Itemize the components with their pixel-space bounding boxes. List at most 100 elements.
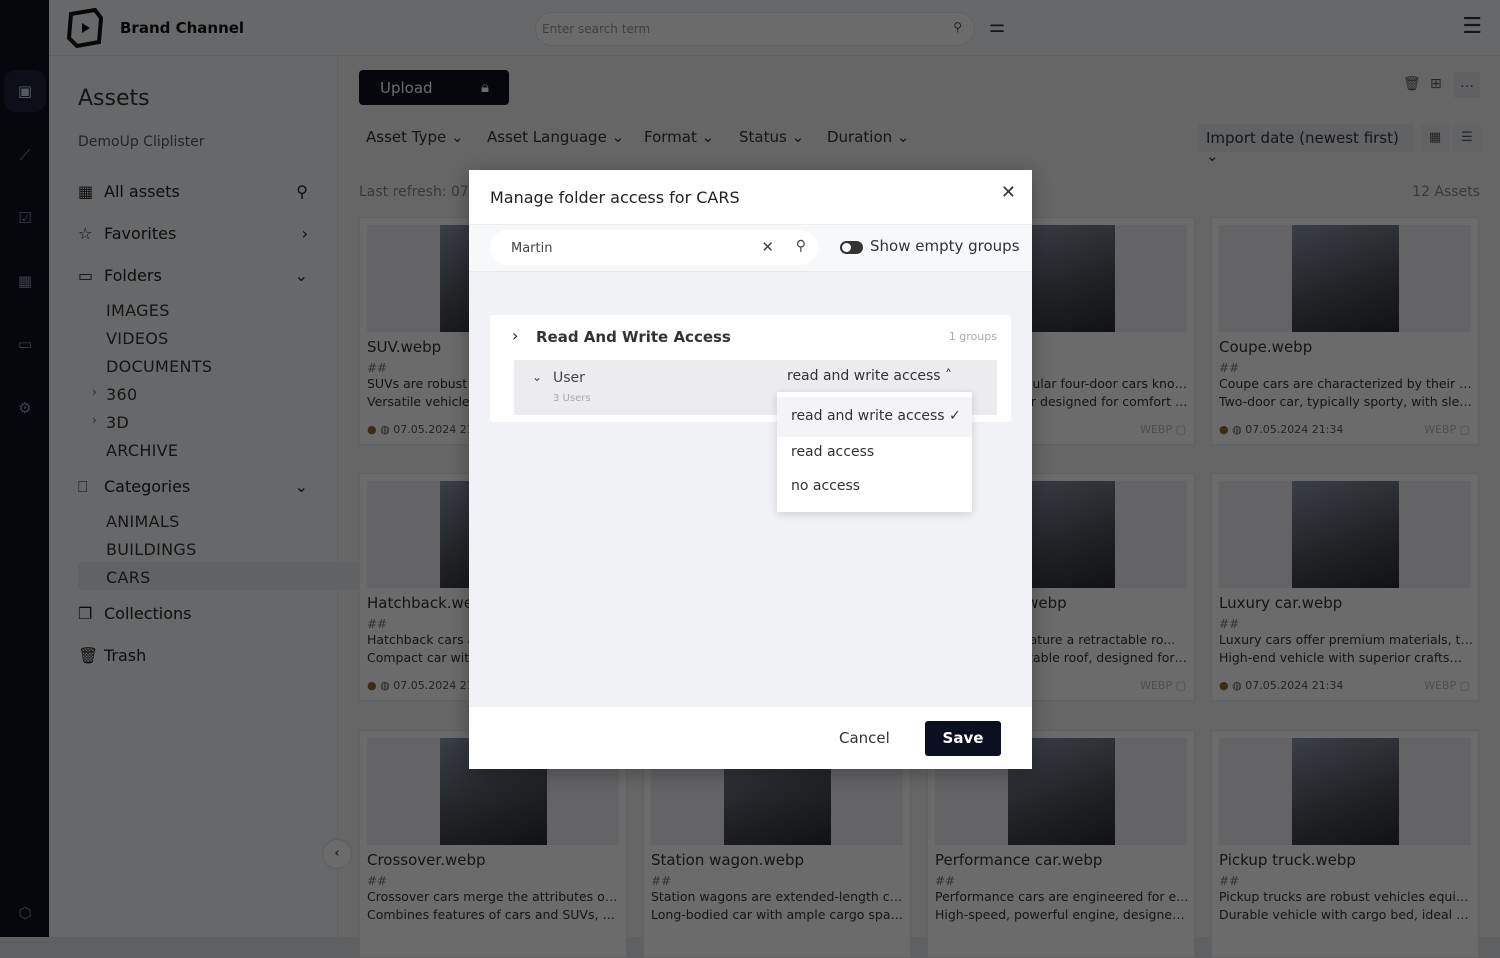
- asset-format: WEBP ▢: [1140, 679, 1186, 692]
- asset-card[interactable]: Luxury car.webp ## Luxury cars offer pre…: [1211, 473, 1479, 701]
- chevron-right-icon[interactable]: ›: [92, 385, 97, 399]
- chevron-down-icon[interactable]: ⌄: [532, 370, 542, 384]
- assets-icon[interactable]: ▣: [4, 70, 46, 112]
- menu-icon[interactable]: ☰: [1462, 14, 1482, 39]
- asset-format: WEBP ▢: [1140, 423, 1186, 436]
- category-animals[interactable]: ANIMALS: [106, 512, 180, 531]
- table-icon[interactable]: ▦: [12, 268, 38, 294]
- filter-status[interactable]: Status ⌄: [739, 128, 804, 146]
- save-button[interactable]: Save: [925, 721, 1001, 756]
- asset-meta: ● ◍ 07.05.2024 21:34: [1219, 679, 1343, 692]
- folder-images[interactable]: IMAGES: [106, 301, 170, 320]
- chevron-down-icon: ⌄: [294, 266, 308, 285]
- nav-label: Collections: [104, 604, 192, 623]
- asset-thumbnail: [1219, 481, 1471, 588]
- chevron-right-icon[interactable]: ›: [512, 326, 518, 345]
- asset-card[interactable]: Coupe.webp ## Coupe cars are characteriz…: [1211, 217, 1479, 445]
- folder-access-modal: Manage folder access for CARS ✕ Martin ✕ ⚲ …: [469, 170, 1032, 769]
- filter-label: Format: [644, 128, 697, 146]
- globe-icon: ◍: [1232, 423, 1242, 436]
- asset-date: 07.05.2024: [1245, 423, 1309, 436]
- filter-duration[interactable]: Duration ⌄: [827, 128, 910, 146]
- option-read[interactable]: read access: [791, 444, 874, 460]
- logo-small-icon[interactable]: ⬡: [12, 900, 38, 926]
- sort-label: Import date (newest first): [1206, 129, 1399, 147]
- filter-asset-type[interactable]: Asset Type ⌄: [366, 128, 464, 146]
- nav-label: Categories: [104, 477, 191, 496]
- clear-icon[interactable]: ✕: [761, 238, 774, 256]
- user-search-input[interactable]: Martin ✕ ⚲: [490, 230, 818, 265]
- format-label: WEBP: [1140, 679, 1173, 692]
- asset-description: Luxury cars offer premium materials, top…: [1219, 632, 1473, 647]
- move-to-folder-icon[interactable]: ⊞: [1430, 76, 1442, 92]
- chevron-up-icon: ˄: [945, 368, 953, 384]
- option-no-access[interactable]: no access: [791, 478, 860, 494]
- filter-label: Asset Language: [487, 128, 607, 146]
- delete-icon[interactable]: 🗑: [1403, 76, 1421, 92]
- filter-asset-language[interactable]: Asset Language ⌄: [487, 128, 624, 146]
- asset-description: Performance cars are engineered for exc.…: [935, 889, 1189, 904]
- sort-select[interactable]: Import date (newest first) ⌄: [1198, 124, 1414, 165]
- asset-title: SUV.webp: [367, 338, 442, 356]
- lock-icon: 🔒︎: [481, 78, 489, 96]
- asset-meta: ● ◍ 07.05.2024 21:34: [1219, 423, 1343, 436]
- collapse-sidebar-button[interactable]: ‹: [322, 839, 352, 869]
- chevron-right-icon: ›: [301, 224, 308, 243]
- list-view-icon[interactable]: ☰: [1453, 124, 1481, 152]
- asset-subdescription: High-speed, powerful engine, designed ..…: [935, 907, 1189, 922]
- asset-card[interactable]: Pickup truck.webp ## Pickup trucks are r…: [1211, 730, 1479, 958]
- upload-button[interactable]: Upload 🔒︎: [359, 70, 509, 105]
- nav-favorites[interactable]: ☆ Favorites ›: [78, 224, 308, 243]
- asset-date: 07.05.2024: [1245, 679, 1309, 692]
- folder-3d[interactable]: › 3D: [92, 413, 129, 432]
- group-name[interactable]: Read And Write Access: [536, 328, 731, 346]
- search-icon[interactable]: ⚲: [796, 238, 806, 254]
- modal-title: Manage folder access for CARS: [490, 188, 740, 207]
- search-input[interactable]: Enter search term ⚲: [535, 12, 975, 46]
- folder-label: 360: [106, 385, 138, 404]
- folder-archive[interactable]: ARCHIVE: [106, 441, 178, 460]
- cancel-button[interactable]: Cancel: [839, 729, 890, 747]
- image-icon: ▢: [1175, 679, 1186, 692]
- show-empty-groups-toggle[interactable]: [840, 241, 863, 254]
- nav-collections[interactable]: ❐ Collections: [78, 604, 308, 623]
- app-rail: ▣ ⟋ ☑ ▦ ▭ ⚙ ⬡: [0, 0, 49, 937]
- globe-icon: ◍: [380, 679, 390, 692]
- nav-trash[interactable]: 🗑 Trash: [78, 646, 308, 665]
- settings-icon[interactable]: ⚙: [12, 395, 38, 421]
- option-read-write[interactable]: read and write access ✓: [777, 397, 972, 437]
- toggle-label: Show empty groups: [870, 237, 1020, 255]
- access-select[interactable]: read and write access ˄: [787, 368, 952, 384]
- asset-description: Coupe cars are characterized by their tw…: [1219, 376, 1473, 391]
- status-dot-icon: ●: [1219, 423, 1229, 436]
- close-icon[interactable]: ✕: [1001, 182, 1016, 203]
- nav-categories[interactable]: ⎕ Categories ⌄: [78, 477, 308, 497]
- filter-settings-icon[interactable]: ⚌: [989, 16, 1005, 37]
- brand-logo-icon: [66, 8, 104, 48]
- more-icon[interactable]: …: [1454, 72, 1480, 98]
- grid-view-icon[interactable]: ▦: [1421, 124, 1449, 152]
- tasks-icon[interactable]: ☑: [12, 205, 38, 231]
- nav-label: Trash: [104, 646, 147, 665]
- folder-documents[interactable]: DOCUMENTS: [106, 357, 212, 376]
- workspace-name: DemoUp Cliplister: [78, 134, 205, 150]
- asset-tags: ##: [367, 874, 388, 888]
- category-cars[interactable]: CARS: [106, 568, 151, 587]
- asset-subdescription: Two-door car, typically sporty, with sle…: [1219, 394, 1473, 409]
- analytics-icon[interactable]: ⟋: [12, 142, 38, 168]
- search-icon[interactable]: ⚲: [953, 20, 962, 34]
- category-buildings[interactable]: BUILDINGS: [106, 540, 197, 559]
- option-label: read and write access: [791, 408, 945, 424]
- asset-title: Station wagon.webp: [651, 851, 805, 869]
- calendar-icon[interactable]: ▭: [12, 331, 38, 357]
- nav-label: All assets: [104, 182, 180, 201]
- grid-icon: ▦: [78, 182, 94, 201]
- folder-videos[interactable]: VIDEOS: [106, 329, 169, 348]
- folder-360[interactable]: › 360: [92, 385, 138, 404]
- brand-name: Brand Channel: [120, 19, 245, 37]
- search-icon[interactable]: ⚲: [296, 182, 308, 201]
- chevron-right-icon[interactable]: ›: [92, 413, 97, 427]
- filter-format[interactable]: Format ⌄: [644, 128, 714, 146]
- nav-folders[interactable]: ▭ Folders ⌄: [78, 266, 308, 285]
- nav-all-assets[interactable]: ▦ All assets ⚲: [78, 182, 308, 201]
